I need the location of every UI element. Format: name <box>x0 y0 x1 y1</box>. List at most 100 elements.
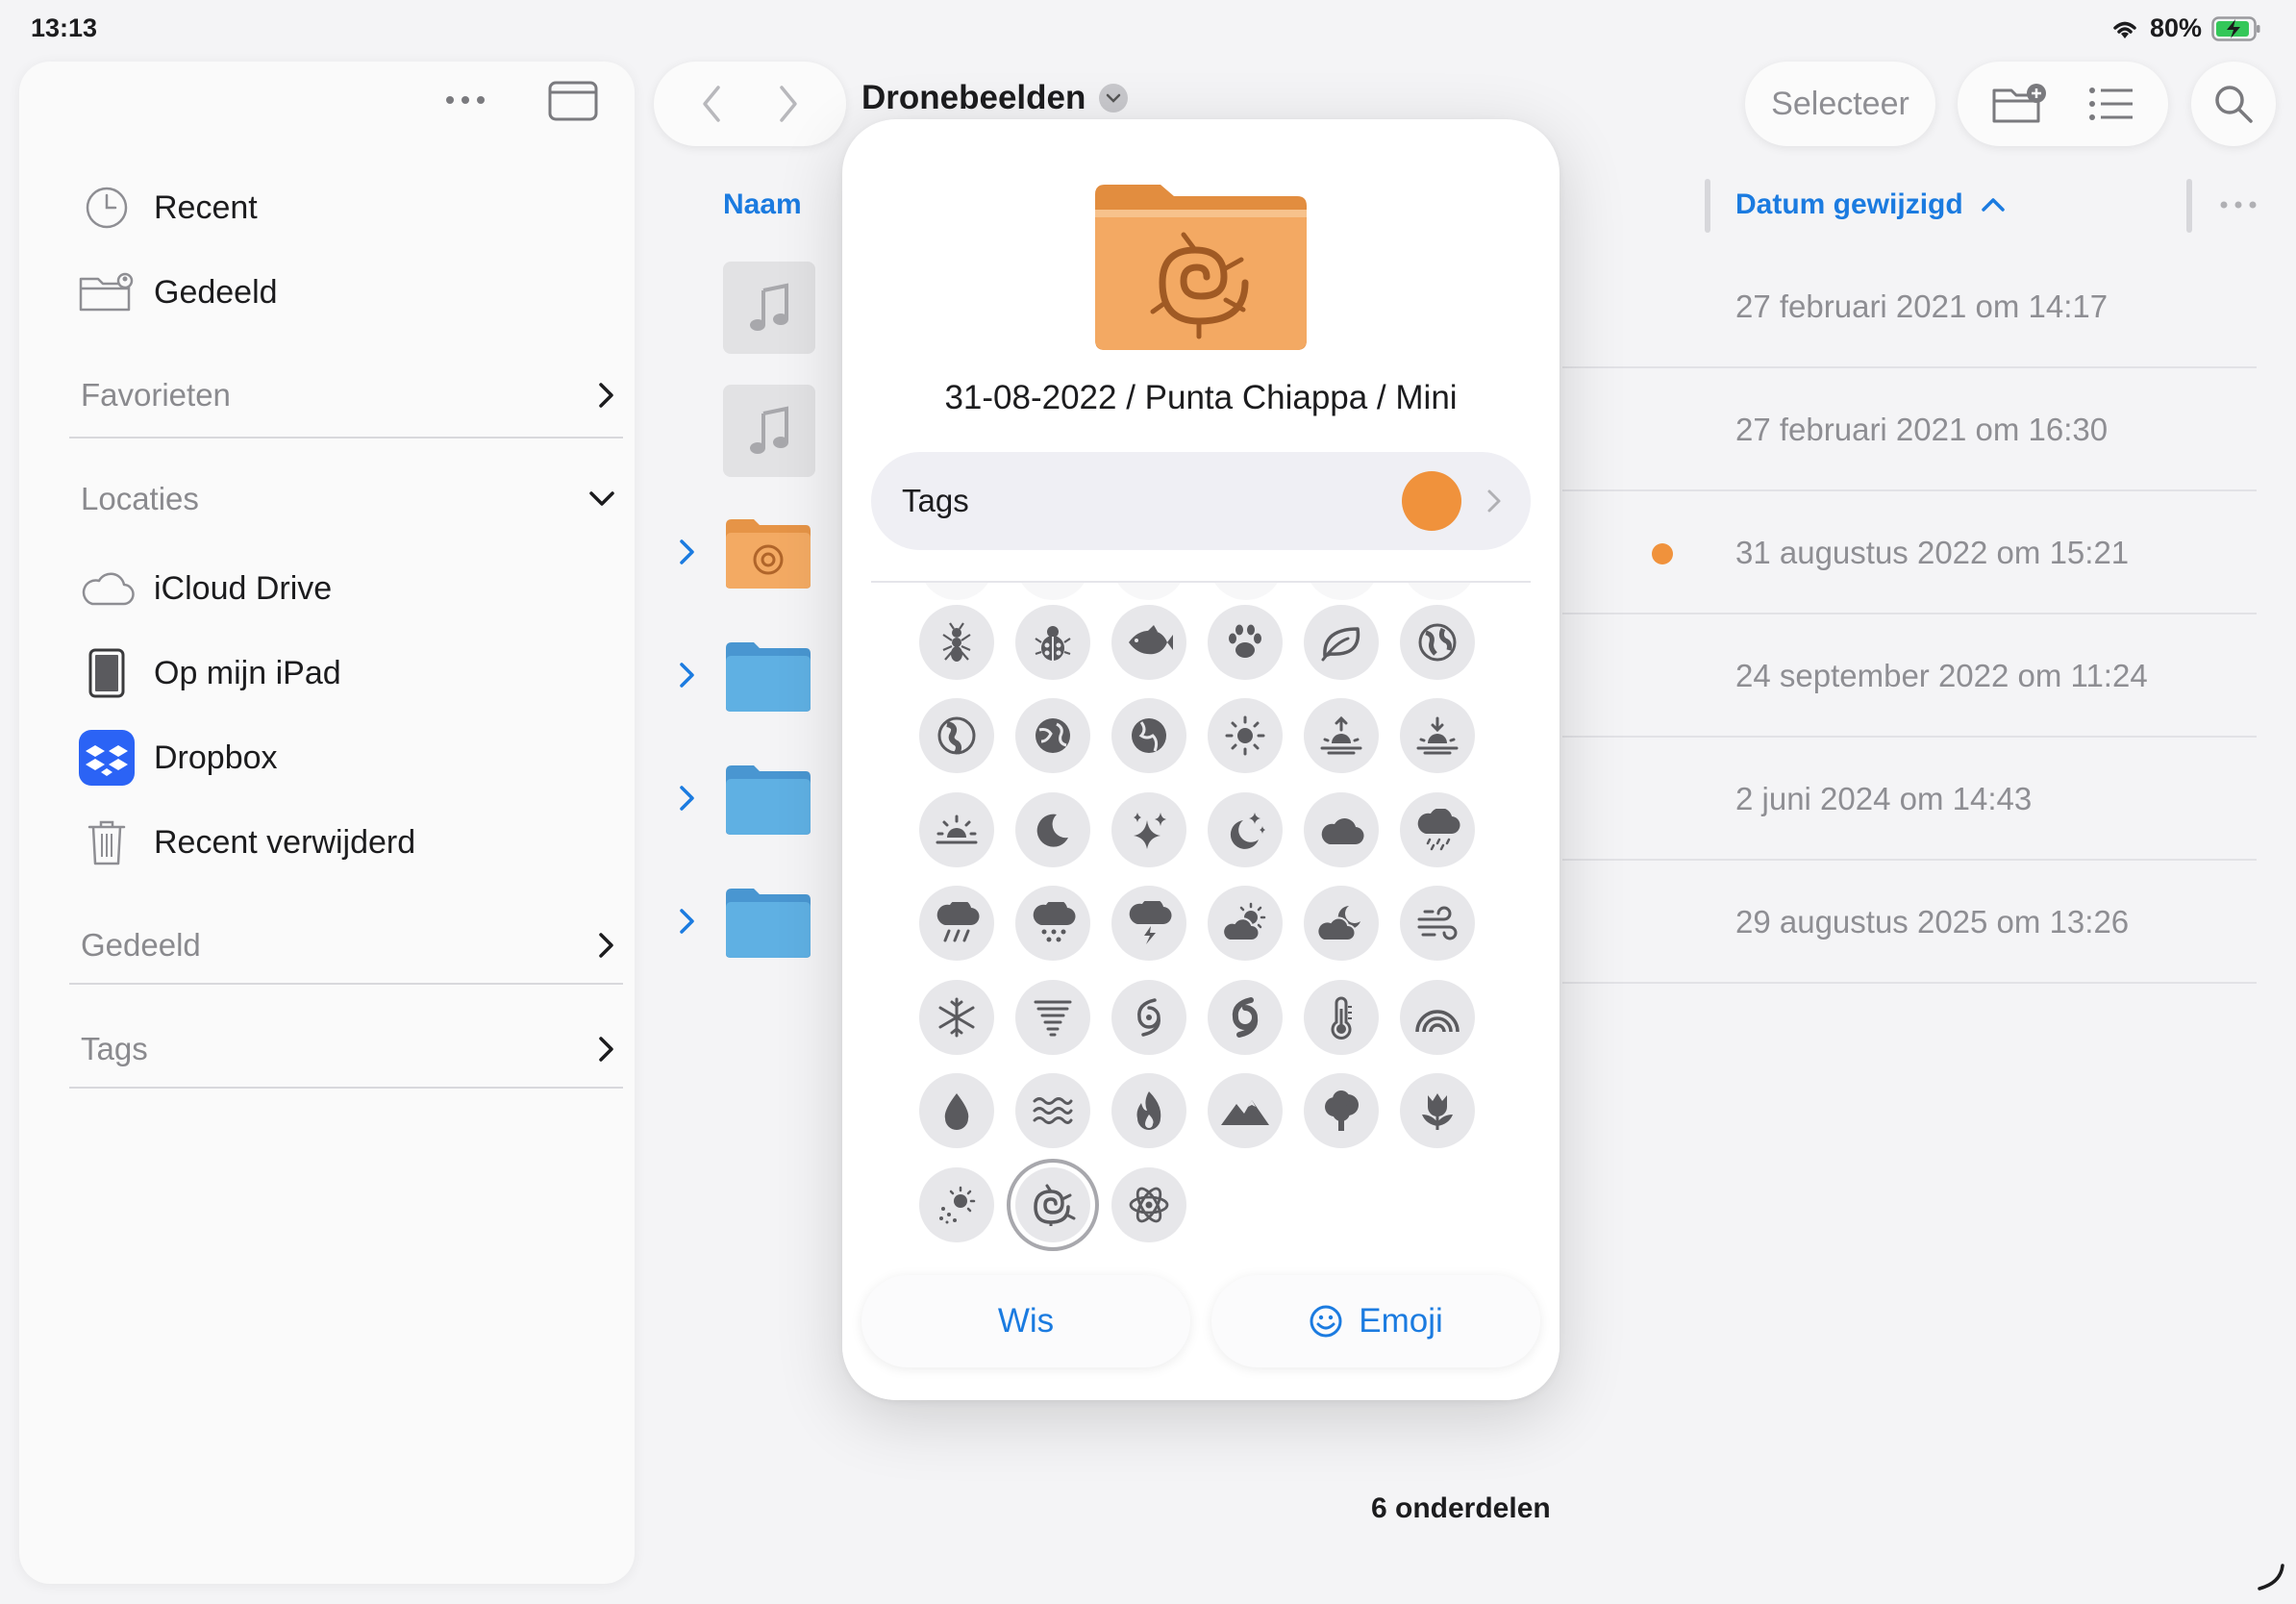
sidebar-toggle-icon[interactable] <box>548 81 598 121</box>
ant-icon[interactable] <box>919 605 994 680</box>
sidebar-more-icon[interactable] <box>444 94 487 106</box>
sun-icon[interactable] <box>1208 698 1283 773</box>
audio-thumbnail[interactable] <box>723 262 815 354</box>
sidebar: Recent Gedeeld Favorieten Locaties iClou… <box>19 62 635 1584</box>
cloud-sun-icon[interactable] <box>1208 886 1283 961</box>
back-icon[interactable] <box>701 85 722 123</box>
mountains-icon[interactable] <box>1208 1073 1283 1148</box>
column-more-icon[interactable] <box>2219 200 2258 210</box>
resize-handle-icon[interactable] <box>2256 1562 2284 1591</box>
sunrise-icon[interactable] <box>1304 698 1379 773</box>
row-separator <box>1562 613 2257 614</box>
sidebar-item-dropbox[interactable]: Dropbox <box>79 730 278 786</box>
clear-label: Wis <box>997 1302 1055 1340</box>
sidebar-item-on-my-ipad[interactable]: Op mijn iPad <box>79 645 341 701</box>
item-count: 6 onderdelen <box>1371 1492 1551 1524</box>
status-right: 80% <box>2109 13 2261 43</box>
leaf-icon[interactable] <box>1304 605 1379 680</box>
grid-cell <box>1305 583 1380 600</box>
globe-icon[interactable] <box>1400 605 1475 680</box>
music-note-icon <box>750 283 788 331</box>
section-label: Locaties <box>81 481 199 516</box>
emoji-label: Emoji <box>1359 1302 1443 1340</box>
grid-cell <box>1015 583 1090 600</box>
snowflake-icon[interactable] <box>919 980 994 1055</box>
flame-icon[interactable] <box>1111 1073 1186 1148</box>
cloud-bolt-icon[interactable] <box>1111 886 1186 961</box>
sidebar-item-label: Op mijn iPad <box>154 654 341 691</box>
section-locations[interactable]: Locaties <box>81 481 615 517</box>
sun-dust-icon[interactable] <box>919 1167 994 1242</box>
fish-icon[interactable] <box>1111 605 1186 680</box>
wind-icon[interactable] <box>1400 886 1475 961</box>
atom-icon[interactable] <box>1111 1167 1186 1242</box>
sidebar-item-recently-deleted[interactable]: Recent verwijderd <box>79 815 415 870</box>
thermometer-icon[interactable] <box>1304 980 1379 1055</box>
hurricane-filled-icon[interactable] <box>1208 980 1283 1055</box>
disclosure-chevron-icon[interactable] <box>679 539 696 565</box>
tulip-icon[interactable] <box>1400 1073 1475 1148</box>
sidebar-item-label: Recent <box>154 188 258 226</box>
new-folder-icon[interactable] <box>1992 83 2048 125</box>
row-date: 29 augustus 2025 om 13:26 <box>1735 904 2130 940</box>
clear-button[interactable]: Wis <box>861 1275 1190 1367</box>
grid-cell <box>1209 583 1284 600</box>
folder-icon[interactable] <box>723 885 813 960</box>
tags-value <box>1402 471 1502 531</box>
folder-icon[interactable] <box>723 639 813 714</box>
sidebar-item-label: Gedeeld <box>154 273 278 311</box>
column-name-header[interactable]: Naam <box>723 188 802 221</box>
status-time: 13:13 <box>31 13 98 42</box>
chevron-right-icon <box>599 933 613 958</box>
section-tags[interactable]: Tags <box>81 1031 615 1067</box>
list-view-icon[interactable] <box>2088 87 2134 121</box>
water-waves-icon[interactable] <box>1015 1073 1090 1148</box>
disclosure-chevron-icon[interactable] <box>679 662 696 689</box>
section-favorites[interactable]: Favorieten <box>81 377 615 414</box>
cloud-snow-icon[interactable] <box>1015 886 1090 961</box>
tree-icon[interactable] <box>1304 1073 1379 1148</box>
disclosure-chevron-icon[interactable] <box>679 785 696 812</box>
moon-icon[interactable] <box>1015 792 1090 867</box>
sidebar-item-shared[interactable]: Gedeeld <box>79 264 278 320</box>
sidebar-item-recent[interactable]: Recent <box>79 180 258 236</box>
forward-icon[interactable] <box>778 85 799 123</box>
sunset-icon[interactable] <box>1400 698 1475 773</box>
moon-stars-icon[interactable] <box>1208 792 1283 867</box>
sparkles-icon[interactable] <box>1111 792 1186 867</box>
pawprint-icon[interactable] <box>1208 605 1283 680</box>
cloud-drizzle-icon[interactable] <box>1400 792 1475 867</box>
folder-preview-icon <box>1095 185 1307 350</box>
tornado-icon[interactable] <box>1015 980 1090 1055</box>
globe-europe-icon[interactable] <box>1111 698 1186 773</box>
ladybug-icon[interactable] <box>1015 605 1090 680</box>
folder-title[interactable]: Dronebeelden <box>861 79 1129 117</box>
audio-thumbnail[interactable] <box>723 385 815 477</box>
tags-label: Tags <box>902 483 969 518</box>
title-menu-icon <box>1099 84 1129 113</box>
divider <box>69 1087 623 1089</box>
orange-folder-thumbnail[interactable] <box>723 515 813 590</box>
music-note-icon <box>750 406 788 454</box>
hurricane-icon[interactable] <box>1111 980 1186 1055</box>
drop-icon[interactable] <box>919 1073 994 1148</box>
cloud-moon-icon[interactable] <box>1304 886 1379 961</box>
nautilus-icon[interactable] <box>1015 1167 1090 1242</box>
folder-icon[interactable] <box>723 762 813 837</box>
globe-americas-icon[interactable] <box>919 698 994 773</box>
sidebar-item-icloud-drive[interactable]: iCloud Drive <box>79 561 332 616</box>
emoji-button[interactable]: Emoji <box>1211 1275 1540 1367</box>
column-date-header[interactable]: Datum gewijzigd <box>1735 188 2006 221</box>
globe-asia-icon[interactable] <box>1015 698 1090 773</box>
tags-row[interactable]: Tags <box>871 452 1531 550</box>
rainbow-icon[interactable] <box>1400 980 1475 1055</box>
disclosure-chevron-icon[interactable] <box>679 908 696 935</box>
cloud-rain-icon[interactable] <box>919 886 994 961</box>
search-button[interactable] <box>2191 62 2276 146</box>
sun-horizon-icon[interactable] <box>919 792 994 867</box>
select-button[interactable]: Selecteer <box>1745 62 1935 146</box>
row-separator <box>1562 489 2257 491</box>
cloud-icon[interactable] <box>1304 792 1379 867</box>
section-shared[interactable]: Gedeeld <box>81 927 615 964</box>
sidebar-item-label: iCloud Drive <box>154 569 333 607</box>
